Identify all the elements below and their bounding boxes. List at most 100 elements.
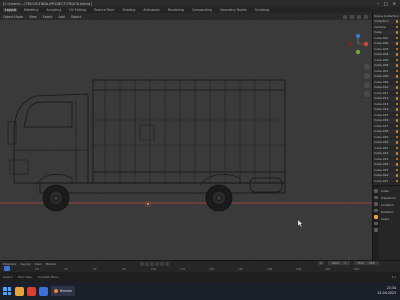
jump-start-icon[interactable] xyxy=(140,261,144,266)
start-button[interactable] xyxy=(2,286,12,296)
render-tab-icon[interactable] xyxy=(374,195,378,199)
select-menu[interactable]: Select xyxy=(43,15,53,19)
visibility-eye-icon[interactable] xyxy=(395,174,398,177)
start-frame-value: 1 xyxy=(342,261,349,265)
jump-end-icon[interactable] xyxy=(165,261,169,266)
visibility-eye-icon[interactable] xyxy=(395,157,398,160)
outliner-item[interactable]: Cube.027 xyxy=(373,178,400,184)
visibility-eye-icon[interactable] xyxy=(395,102,398,105)
visibility-eye-icon[interactable] xyxy=(395,108,398,111)
scene-tab-icon[interactable] xyxy=(374,208,378,212)
current-frame-field[interactable]: 1 xyxy=(318,261,324,265)
outliner-item[interactable]: Scene Collection xyxy=(373,13,400,19)
ruler-tick-label: 220 xyxy=(325,267,331,271)
outliner-item-label: Collection xyxy=(374,19,389,24)
object-tab-icon[interactable] xyxy=(374,215,378,219)
tab-compositing[interactable]: Compositing xyxy=(190,8,214,12)
tab-sculpting[interactable]: Sculpting xyxy=(44,8,63,12)
tab-shading[interactable]: Shading xyxy=(120,8,137,12)
gizmo-x-axis[interactable] xyxy=(363,41,369,47)
truck-model[interactable] xyxy=(7,79,286,194)
blender-task-button[interactable]: Blender xyxy=(51,286,76,296)
object-menu[interactable]: Object xyxy=(71,15,81,19)
tab-geometry-nodes[interactable]: Geometry Nodes xyxy=(218,8,249,12)
visibility-eye-icon[interactable] xyxy=(395,179,398,182)
material-tab-icon[interactable] xyxy=(374,228,378,232)
browser-icon[interactable] xyxy=(27,286,36,296)
visibility-eye-icon[interactable] xyxy=(395,25,398,28)
grid-icon[interactable] xyxy=(364,91,370,97)
tab-rendering[interactable]: Rendering xyxy=(166,8,186,12)
visibility-eye-icon[interactable] xyxy=(395,168,398,171)
marker-menu[interactable]: Marker xyxy=(46,262,56,266)
outliner-item-label: Cube.012 xyxy=(374,96,389,101)
file-explorer-icon[interactable] xyxy=(15,286,24,296)
tab-animation[interactable]: Animation xyxy=(141,8,161,12)
maximize-button[interactable]: □ xyxy=(384,1,388,6)
tab-texture-paint[interactable]: Texture Paint xyxy=(92,8,117,12)
camera-view-icon[interactable] xyxy=(364,82,370,88)
visibility-eye-icon[interactable] xyxy=(395,53,398,56)
next-key-icon[interactable] xyxy=(160,261,164,266)
system-tray-clock[interactable]: 21:34 22-04-2023 xyxy=(377,286,400,296)
visibility-eye-icon[interactable] xyxy=(395,152,398,155)
visibility-eye-icon[interactable] xyxy=(395,163,398,166)
material-shading-icon[interactable] xyxy=(357,14,361,19)
visibility-eye-icon[interactable] xyxy=(395,36,398,39)
gizmo-y-axis[interactable] xyxy=(355,49,361,55)
visibility-eye-icon[interactable] xyxy=(395,64,398,67)
rendered-shading-icon[interactable] xyxy=(364,14,368,19)
visibility-eye-icon[interactable] xyxy=(395,20,398,23)
tool-tab-icon[interactable] xyxy=(374,189,378,193)
3d-viewport[interactable] xyxy=(0,20,372,260)
play-reverse-icon[interactable] xyxy=(150,261,154,266)
start-frame-field[interactable]: Start 1 xyxy=(327,261,351,265)
visibility-eye-icon[interactable] xyxy=(395,80,398,83)
navigation-gizmo[interactable] xyxy=(347,33,369,55)
tab-uv-editing[interactable]: UV Editing xyxy=(67,8,88,12)
visibility-eye-icon[interactable] xyxy=(395,124,398,127)
gizmo-z-axis[interactable] xyxy=(355,33,361,39)
object-mode-menu[interactable]: Object Mode xyxy=(3,15,23,19)
visibility-eye-icon[interactable] xyxy=(395,119,398,122)
visibility-eye-icon[interactable] xyxy=(395,141,398,144)
tab-layout[interactable]: Layout xyxy=(3,8,18,12)
visibility-eye-icon[interactable] xyxy=(395,31,398,34)
gizmo-neg-x[interactable] xyxy=(347,41,353,47)
minimize-button[interactable]: – xyxy=(377,1,379,6)
visibility-eye-icon[interactable] xyxy=(395,47,398,50)
keying-menu[interactable]: Keying xyxy=(20,262,30,266)
zoom-icon[interactable] xyxy=(364,64,370,70)
play-icon[interactable] xyxy=(155,261,159,266)
add-menu[interactable]: Add xyxy=(59,15,65,19)
object-name-field[interactable]: Cube xyxy=(381,189,389,193)
end-frame-field[interactable]: End 250 xyxy=(354,261,379,265)
solid-shading-icon[interactable] xyxy=(350,14,354,19)
visibility-eye-icon[interactable] xyxy=(395,75,398,78)
timeline-view-menu[interactable]: View xyxy=(34,262,41,266)
visibility-eye-icon[interactable] xyxy=(395,69,398,72)
visibility-eye-icon[interactable] xyxy=(395,42,398,45)
playback-menu[interactable]: Playback xyxy=(3,262,16,266)
prev-key-icon[interactable] xyxy=(145,261,149,266)
tab-modeling[interactable]: Modeling xyxy=(22,8,41,12)
edge-icon[interactable] xyxy=(39,286,48,296)
modifier-tab-icon[interactable] xyxy=(374,221,378,225)
visibility-eye-icon[interactable] xyxy=(395,86,398,89)
visibility-eye-icon[interactable] xyxy=(395,58,398,61)
view-menu[interactable]: View xyxy=(29,15,37,19)
outliner-item-label: Cube.013 xyxy=(374,101,389,106)
output-tab-icon[interactable] xyxy=(374,202,378,206)
outliner-item-label: Scene Collection xyxy=(374,13,399,18)
visibility-eye-icon[interactable] xyxy=(395,146,398,149)
visibility-eye-icon[interactable] xyxy=(395,97,398,100)
close-button[interactable]: ✕ xyxy=(393,1,396,6)
wireframe-shading-icon[interactable] xyxy=(343,14,347,19)
transform-section[interactable]: Transform xyxy=(381,196,396,200)
visibility-eye-icon[interactable] xyxy=(395,113,398,116)
visibility-eye-icon[interactable] xyxy=(395,130,398,133)
pan-icon[interactable] xyxy=(364,73,370,79)
tab-scripting[interactable]: Scripting xyxy=(253,8,271,12)
visibility-eye-icon[interactable] xyxy=(395,135,398,138)
visibility-eye-icon[interactable] xyxy=(395,91,398,94)
